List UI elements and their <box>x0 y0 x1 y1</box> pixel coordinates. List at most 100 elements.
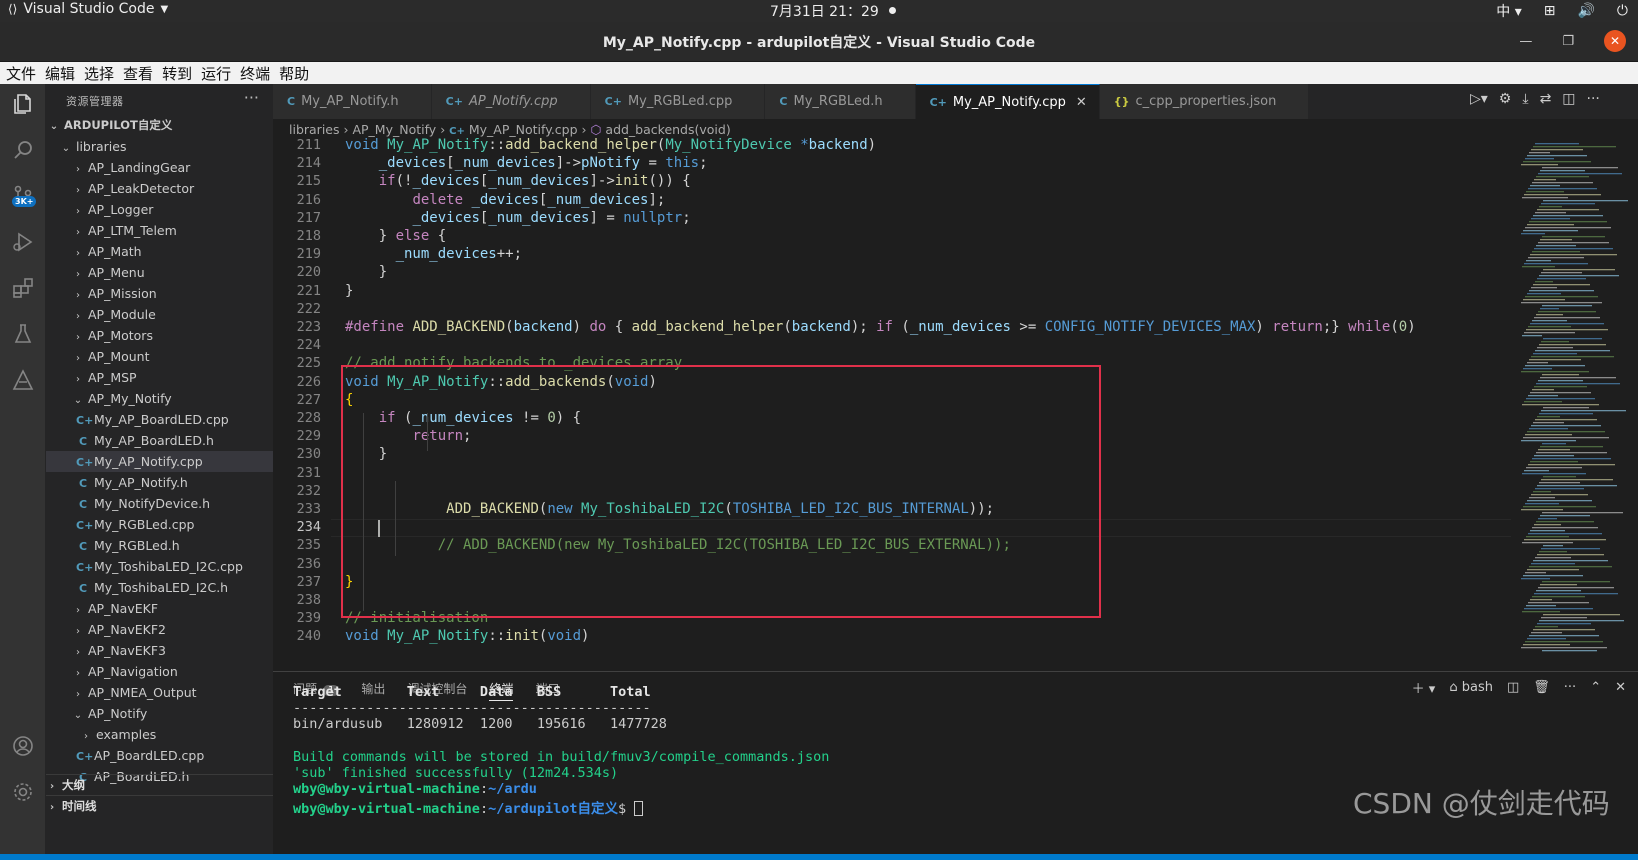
menu-item[interactable]: 运行 <box>199 63 238 84</box>
menu-item[interactable]: 编辑 <box>43 63 82 84</box>
tree-folder[interactable]: › AP_Math <box>46 241 273 262</box>
search-icon[interactable] <box>0 130 46 170</box>
code-line[interactable]: _num_devices++; <box>345 246 522 262</box>
manage-gear-icon[interactable] <box>0 772 46 812</box>
code-line[interactable]: if (_num_devices != 0) { <box>345 410 581 426</box>
tree-folder[interactable]: › AP_Menu <box>46 262 273 283</box>
tree-folder[interactable]: › AP_LandingGear <box>46 157 273 178</box>
split-terminal-icon[interactable]: ◫ <box>1507 680 1519 695</box>
network-icon[interactable]: ⊞ <box>1544 3 1556 19</box>
run-icon[interactable]: ▷▾ <box>1470 91 1488 107</box>
workspace-root[interactable]: ⌄ ARDUPILOT自定义 <box>46 115 273 136</box>
terminal-shell[interactable]: ⌂ bash <box>1449 680 1493 695</box>
folder-libraries[interactable]: ⌄ libraries <box>46 136 273 157</box>
code-line[interactable]: delete _devices[_num_devices]; <box>345 192 665 208</box>
tree-file[interactable]: C+My_AP_Notify.cpp <box>46 451 273 472</box>
menu-item[interactable]: 终端 <box>238 63 277 84</box>
tree-file[interactable]: C+My_ToshibaLED_I2C.cpp <box>46 556 273 577</box>
code-line[interactable]: // initialisation <box>345 610 488 626</box>
settings-gear-icon[interactable]: ⚙ <box>1499 91 1512 107</box>
code-line[interactable]: { <box>345 392 353 408</box>
code-line[interactable]: if(!_devices[_num_devices]->init()) { <box>345 173 691 189</box>
menu-item[interactable]: 转到 <box>160 63 199 84</box>
split-editor-icon[interactable]: ◫ <box>1562 91 1575 107</box>
volume-icon[interactable]: 🔊 <box>1577 3 1594 19</box>
download-icon[interactable]: ⤓ <box>1522 91 1528 107</box>
tree-folder[interactable]: › AP_Logger <box>46 199 273 220</box>
editor-tab[interactable]: C+ AP_Notify.cpp <box>431 84 591 119</box>
code-line[interactable]: _devices[_num_devices]->pNotify = this; <box>345 155 708 171</box>
tree-file[interactable]: C My_AP_Notify.h <box>46 472 273 493</box>
code-line[interactable]: } <box>345 446 387 462</box>
more-actions-icon[interactable]: ··· <box>244 88 259 107</box>
code-line[interactable]: // ADD_BACKEND(new My_ToshibaLED_I2C(TOS… <box>345 537 1011 553</box>
tree-folder[interactable]: › AP_NavEKF <box>46 598 273 619</box>
explorer-icon[interactable] <box>0 84 46 124</box>
code-line[interactable]: ADD_BACKEND(new My_ToshibaLED_I2C(TOSHIB… <box>345 501 994 517</box>
code-line[interactable]: } <box>345 264 387 280</box>
tree-file[interactable]: C+My_AP_BoardLED.cpp <box>46 409 273 430</box>
more-actions-icon[interactable]: ··· <box>1587 91 1600 107</box>
tree-folder[interactable]: › AP_Module <box>46 304 273 325</box>
editor-tab[interactable]: {} c_cpp_properties.json <box>1099 84 1310 119</box>
code-line[interactable]: void My_AP_Notify::init(void) <box>345 628 589 644</box>
tree-folder[interactable]: › AP_MSP <box>46 367 273 388</box>
tree-file[interactable]: C My_ToshibaLED_I2C.h <box>46 577 273 598</box>
accounts-icon[interactable] <box>0 726 46 766</box>
timeline-section[interactable]: › 时间线 <box>46 795 273 816</box>
tree-folder[interactable]: › AP_NavEKF2 <box>46 619 273 640</box>
tree-folder[interactable]: › examples <box>46 724 273 745</box>
code-line[interactable]: } <box>345 574 353 590</box>
run-debug-icon[interactable] <box>0 222 46 262</box>
maximize-panel-icon[interactable]: ⌃ <box>1590 680 1601 695</box>
close-panel-icon[interactable]: ✕ <box>1615 680 1626 695</box>
code-line[interactable]: // add notify backends to _devices array <box>345 355 682 371</box>
remote-explorer-icon[interactable] <box>0 360 46 400</box>
extensions-icon[interactable] <box>0 268 46 308</box>
tree-folder[interactable]: › AP_NMEA_Output <box>46 682 273 703</box>
minimize-icon[interactable]: — <box>1519 34 1532 49</box>
breadcrumb-item[interactable]: add_backends(void) <box>605 122 730 137</box>
code-line[interactable]: } else { <box>345 228 446 244</box>
menu-item[interactable]: 选择 <box>82 63 121 84</box>
tree-file[interactable]: C+My_RGBLed.cpp <box>46 514 273 535</box>
tree-folder[interactable]: › AP_Mount <box>46 346 273 367</box>
tree-file[interactable]: C My_AP_BoardLED.h <box>46 430 273 451</box>
tree-file[interactable]: C My_NotifyDevice.h <box>46 493 273 514</box>
menu-item[interactable]: 查看 <box>121 63 160 84</box>
menu-item[interactable]: 帮助 <box>277 63 316 84</box>
tree-folder[interactable]: › AP_Navigation <box>46 661 273 682</box>
close-window-icon[interactable]: ✕ <box>1604 30 1626 52</box>
menu-item[interactable]: 文件 <box>4 63 43 84</box>
trash-icon[interactable]: 🗑 <box>1533 680 1550 695</box>
editor-tab[interactable]: C My_AP_Notify.h <box>273 84 432 119</box>
tree-folder[interactable]: › AP_LTM_Telem <box>46 220 273 241</box>
close-tab-icon[interactable]: ✕ <box>1076 95 1087 110</box>
os-app-menu[interactable]: ⟨⟩ Visual Studio Code ▼ <box>8 1 168 17</box>
code-line[interactable]: _devices[_num_devices] = nullptr; <box>345 210 690 226</box>
tree-folder[interactable]: › AP_Mission <box>46 283 273 304</box>
code-line[interactable]: void My_AP_Notify::add_backend_helper(My… <box>345 137 876 153</box>
more-actions-icon[interactable]: ··· <box>1564 680 1576 695</box>
tree-file[interactable]: C+AP_BoardLED.cpp <box>46 745 273 766</box>
code-line[interactable]: #define ADD_BACKEND(backend) do { add_ba… <box>345 319 1416 335</box>
code-line[interactable]: void My_AP_Notify::add_backends(void) <box>345 374 657 390</box>
tree-folder[interactable]: › AP_LeakDetector <box>46 178 273 199</box>
terminal-prompt-2[interactable]: wby@wby-virtual-machine:~/ardupilot自定义$ <box>293 797 644 817</box>
tree-folder[interactable]: › AP_NavEKF3 <box>46 640 273 661</box>
editor-tab[interactable]: C+ My_RGBLed.cpp <box>590 84 766 119</box>
ime-indicator[interactable]: 中 ▾ <box>1496 1 1521 21</box>
os-clock[interactable]: 7月31日 21：29 <box>770 1 896 21</box>
editor-tab[interactable]: C My_RGBLed.h <box>765 84 916 119</box>
power-icon[interactable]: ⏻ <box>1617 3 1628 19</box>
tree-folder[interactable]: › AP_Motors <box>46 325 273 346</box>
tree-folder[interactable]: ⌄ AP_My_Notify <box>46 388 273 409</box>
restore-icon[interactable]: ❐ <box>1562 34 1574 49</box>
tree-folder[interactable]: ⌄ AP_Notify <box>46 703 273 724</box>
editor-tab[interactable]: C+ My_AP_Notify.cpp ✕ <box>915 84 1100 119</box>
code-line[interactable]: } <box>345 283 353 299</box>
breadcrumb-item[interactable]: My_AP_Notify.cpp <box>469 122 578 137</box>
breadcrumb-item[interactable]: AP_My_Notify <box>352 122 436 137</box>
code-editor[interactable]: 211 void My_AP_Notify::add_backend_helper… <box>273 137 1513 671</box>
minimap[interactable] <box>1513 141 1638 671</box>
